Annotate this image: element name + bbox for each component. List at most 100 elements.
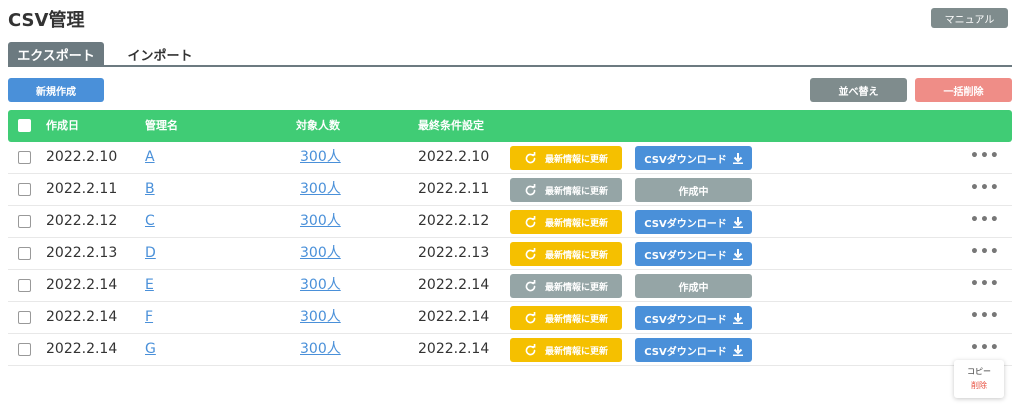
- name-link[interactable]: E: [145, 270, 154, 301]
- created-date: 2022.2.13: [46, 245, 118, 261]
- row-checkbox[interactable]: [18, 215, 31, 228]
- count-link[interactable]: 300人: [300, 174, 341, 205]
- header-name: 管理名: [145, 119, 178, 132]
- more-icon[interactable]: •••: [970, 302, 999, 333]
- count-link[interactable]: 300人: [300, 206, 341, 237]
- update-button-label: 最新情報に更新: [544, 282, 608, 293]
- download-button[interactable]: CSVダウンロード: [635, 242, 752, 266]
- update-button[interactable]: 最新情報に更新: [510, 306, 622, 330]
- refresh-icon: [525, 343, 536, 355]
- select-all-checkbox[interactable]: [18, 119, 31, 132]
- created-date: 2022.2.10: [46, 149, 118, 165]
- refresh-icon: [525, 151, 536, 163]
- row-checkbox[interactable]: [18, 279, 31, 292]
- count-link[interactable]: 300人: [300, 238, 341, 269]
- sort-button[interactable]: 並べ替え: [810, 78, 907, 102]
- row-checkbox[interactable]: [18, 343, 31, 356]
- name-link[interactable]: C: [145, 206, 155, 237]
- page-title: CSV管理: [8, 10, 85, 31]
- table-row: 2022.2.14 G 300人 2022.2.14 最新情報に更新 CSVダウンロード •…: [8, 334, 1012, 366]
- table-row: 2022.2.13 D 300人 2022.2.13 最新情報に更新 CSVダウンロード •…: [8, 238, 1012, 270]
- update-button[interactable]: 最新情報に更新: [510, 274, 622, 298]
- update-button-label: 最新情報に更新: [544, 218, 608, 229]
- update-button-label: 最新情報に更新: [544, 186, 608, 197]
- download-icon: [732, 216, 743, 228]
- last-condition-date: 2022.2.12: [418, 213, 490, 229]
- name-link[interactable]: F: [145, 302, 153, 333]
- last-condition-date: 2022.2.14: [418, 309, 490, 325]
- more-icon[interactable]: •••: [970, 142, 999, 173]
- download-button-label: CSVダウンロード: [644, 154, 727, 166]
- download-button[interactable]: CSVダウンロード: [635, 338, 752, 362]
- manual-button[interactable]: マニュアル: [931, 8, 1008, 28]
- download-icon: [732, 312, 743, 324]
- count-link[interactable]: 300人: [300, 142, 341, 173]
- refresh-icon: [525, 279, 536, 291]
- more-icon[interactable]: •••: [970, 238, 999, 269]
- created-date: 2022.2.14: [46, 277, 118, 293]
- download-button[interactable]: CSVダウンロード: [635, 146, 752, 170]
- header-last-condition: 最終条件設定: [418, 119, 484, 132]
- name-link[interactable]: G: [145, 334, 156, 365]
- created-date: 2022.2.14: [46, 341, 118, 357]
- tab-underline: [8, 65, 1012, 67]
- table-header: 作成日 管理名 対象人数 最終条件設定: [8, 110, 1012, 142]
- more-icon[interactable]: •••: [970, 270, 999, 301]
- created-date: 2022.2.12: [46, 213, 118, 229]
- more-icon[interactable]: •••: [970, 174, 999, 205]
- count-link[interactable]: 300人: [300, 334, 341, 365]
- last-condition-date: 2022.2.14: [418, 277, 490, 293]
- created-date: 2022.2.11: [46, 181, 118, 197]
- row-checkbox[interactable]: [18, 151, 31, 164]
- download-button-label: CSVダウンロード: [644, 314, 727, 326]
- update-button[interactable]: 最新情報に更新: [510, 178, 622, 202]
- count-link[interactable]: 300人: [300, 302, 341, 333]
- download-button-label: CSVダウンロード: [644, 250, 727, 262]
- update-button[interactable]: 最新情報に更新: [510, 210, 622, 234]
- bulk-delete-button[interactable]: 一括削除: [915, 78, 1012, 102]
- new-button[interactable]: 新規作成: [8, 78, 104, 102]
- row-context-menu: コピー 削除: [954, 360, 1004, 398]
- download-button[interactable]: 作成中: [635, 178, 752, 202]
- refresh-icon: [525, 311, 536, 323]
- update-button[interactable]: 最新情報に更新: [510, 338, 622, 362]
- last-condition-date: 2022.2.14: [418, 341, 490, 357]
- delete-menu-item[interactable]: 削除: [954, 380, 1004, 391]
- download-button-label: CSVダウンロード: [644, 218, 727, 230]
- header-count: 対象人数: [296, 119, 340, 132]
- download-button[interactable]: CSVダウンロード: [635, 210, 752, 234]
- count-link[interactable]: 300人: [300, 270, 341, 301]
- tab-export[interactable]: エクスポート: [8, 42, 104, 66]
- table-row: 2022.2.11 B 300人 2022.2.11 最新情報に更新 作成中 •••: [8, 174, 1012, 206]
- name-link[interactable]: A: [145, 142, 155, 173]
- update-button-label: 最新情報に更新: [544, 314, 608, 325]
- created-date: 2022.2.14: [46, 309, 118, 325]
- refresh-icon: [525, 183, 536, 195]
- download-icon: [732, 248, 743, 260]
- download-button-label: 作成中: [678, 186, 709, 198]
- name-link[interactable]: D: [145, 238, 156, 269]
- name-link[interactable]: B: [145, 174, 155, 205]
- download-icon: [732, 344, 743, 356]
- last-condition-date: 2022.2.13: [418, 245, 490, 261]
- download-button-label: CSVダウンロード: [644, 346, 727, 358]
- download-button[interactable]: CSVダウンロード: [635, 306, 752, 330]
- row-checkbox[interactable]: [18, 311, 31, 324]
- download-button[interactable]: 作成中: [635, 274, 752, 298]
- update-button[interactable]: 最新情報に更新: [510, 242, 622, 266]
- refresh-icon: [525, 215, 536, 227]
- copy-menu-item[interactable]: コピー: [954, 366, 1004, 377]
- header-created: 作成日: [46, 119, 79, 132]
- table-row: 2022.2.14 E 300人 2022.2.14 最新情報に更新 作成中 •••: [8, 270, 1012, 302]
- download-button-label: 作成中: [678, 282, 709, 294]
- row-checkbox[interactable]: [18, 183, 31, 196]
- table-row: 2022.2.12 C 300人 2022.2.12 最新情報に更新 CSVダウンロード •…: [8, 206, 1012, 238]
- table-row: 2022.2.10 A 300人 2022.2.10 最新情報に更新 CSVダウンロード •…: [8, 142, 1012, 174]
- more-icon[interactable]: •••: [970, 206, 999, 237]
- update-button-label: 最新情報に更新: [544, 154, 608, 165]
- update-button-label: 最新情報に更新: [544, 250, 608, 261]
- update-button[interactable]: 最新情報に更新: [510, 146, 622, 170]
- update-button-label: 最新情報に更新: [544, 346, 608, 357]
- row-checkbox[interactable]: [18, 247, 31, 260]
- tab-import[interactable]: インポート: [112, 42, 208, 66]
